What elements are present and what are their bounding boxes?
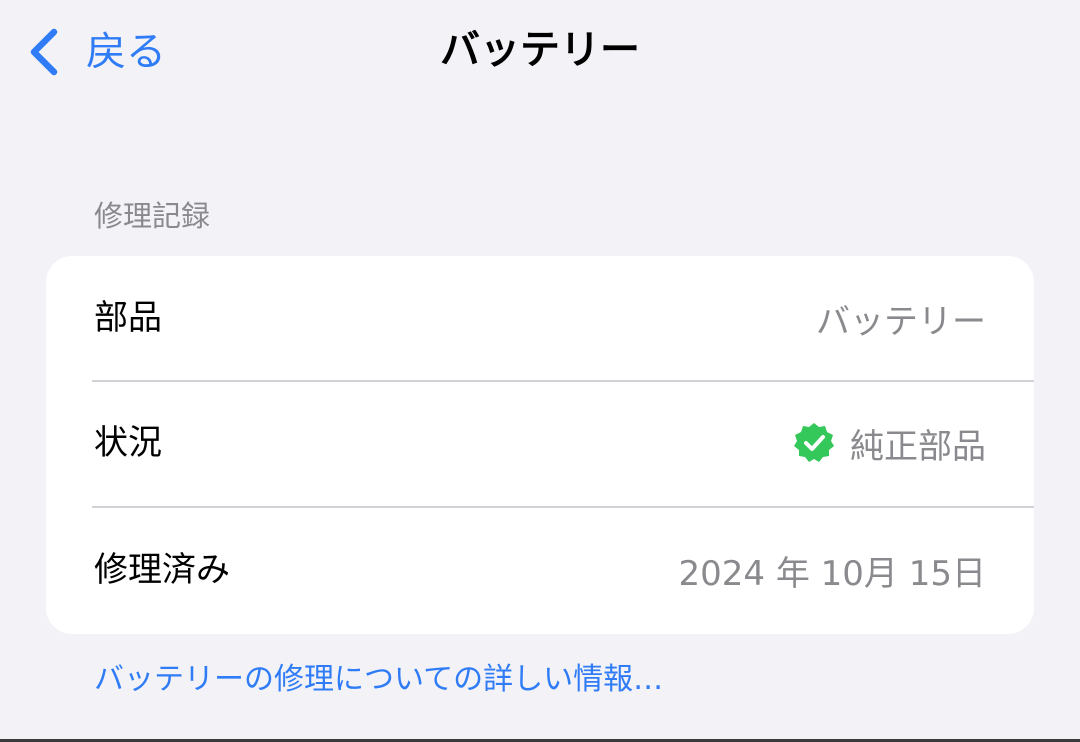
repair-history-group: 部品 バッテリー 状況 純正部品 修理済み 2024 年 10月 15日 <box>46 256 1034 634</box>
row-repaired-date: 修理済み 2024 年 10月 15日 <box>46 508 1034 632</box>
row-status-value: 純正部品 <box>850 426 986 467</box>
row-part: 部品 バッテリー <box>46 256 1034 380</box>
row-repaired-date-value: 2024 年 10月 15日 <box>678 553 986 594</box>
navigation-bar: 戻る バッテリー <box>0 0 1080 100</box>
section-header-repair-history: 修理記録 <box>94 199 211 233</box>
page-title: バッテリー <box>440 27 640 73</box>
row-status-label: 状況 <box>94 423 162 463</box>
row-part-value: バッテリー <box>816 301 986 342</box>
row-status: 状況 純正部品 <box>46 381 1034 505</box>
row-part-label: 部品 <box>94 298 162 338</box>
battery-repair-info-link[interactable]: バッテリーの修理についての詳しい情報… <box>94 658 663 702</box>
row-status-value-container: 純正部品 <box>792 381 986 505</box>
row-repaired-date-label: 修理済み <box>94 550 230 590</box>
check-badge-icon <box>792 421 836 465</box>
